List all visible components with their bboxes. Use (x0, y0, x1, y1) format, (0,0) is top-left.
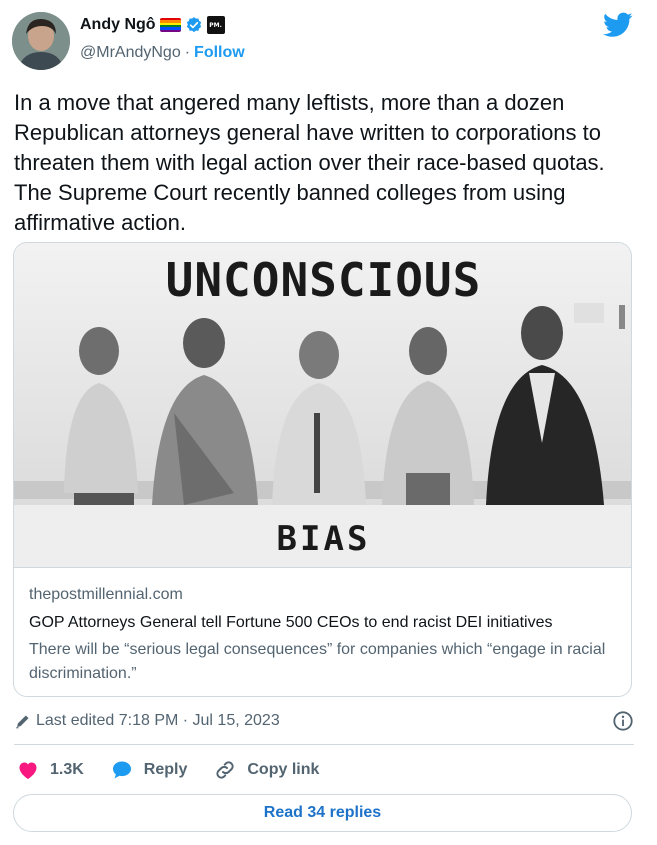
copy-link-label: Copy link (247, 761, 320, 778)
link-icon (216, 761, 234, 779)
tweet-text: In a move that angered many leftists, mo… (14, 90, 605, 235)
action-bar: 1.3K Reply Copy link (16, 756, 345, 784)
card-domain: thepostmillennial.com (29, 586, 183, 603)
tweet-embed: Andy Ngô PM. @MrAndyNgo · Follow In a mo… (0, 0, 657, 845)
tweet-meta: Last edited 7:18 PM · Jul 15, 2023 (14, 709, 634, 733)
reply-button[interactable]: Reply (110, 758, 188, 782)
publication-badge-icon: PM. (206, 16, 225, 34)
reply-label: Reply (143, 761, 188, 778)
heart-icon (19, 762, 37, 779)
card-image: UNCONSCIOUS BIAS (14, 243, 631, 567)
handle-row: @MrAndyNgo · Follow (80, 44, 245, 62)
handle[interactable]: @MrAndyNgo (80, 44, 181, 62)
follow-button[interactable]: Follow (194, 44, 245, 62)
read-replies-button[interactable]: Read 34 replies (13, 794, 632, 832)
link-preview-card[interactable]: UNCONSCIOUS BIAS thepostmillennial.com G… (13, 242, 632, 697)
separator: · (184, 44, 191, 61)
copy-link-button[interactable]: Copy link (213, 758, 319, 782)
image-caption-top: UNCONSCIOUS (165, 253, 482, 307)
verified-badge-icon (186, 17, 201, 33)
card-body: thepostmillennial.com GOP Attorneys Gene… (14, 567, 631, 696)
twitter-bird-icon[interactable] (603, 12, 633, 38)
author-name-row: Andy Ngô PM. (80, 14, 225, 36)
image-caption-bottom: BIAS (276, 519, 371, 559)
pencil-icon (16, 715, 29, 729)
card-description: There will be “serious legal consequence… (29, 641, 606, 682)
rainbow-flag-icon (159, 18, 181, 32)
like-count: 1.3K (50, 761, 84, 778)
card-title: GOP Attorneys General tell Fortune 500 C… (29, 614, 553, 631)
edited-timestamp[interactable]: Last edited 7:18 PM · Jul 15, 2023 (36, 712, 280, 730)
display-name[interactable]: Andy Ngô (80, 16, 156, 34)
like-button[interactable]: 1.3K (16, 758, 84, 782)
divider (14, 744, 634, 745)
reply-bubble-icon (112, 761, 131, 779)
avatar[interactable] (12, 12, 70, 70)
info-icon[interactable] (612, 710, 634, 732)
